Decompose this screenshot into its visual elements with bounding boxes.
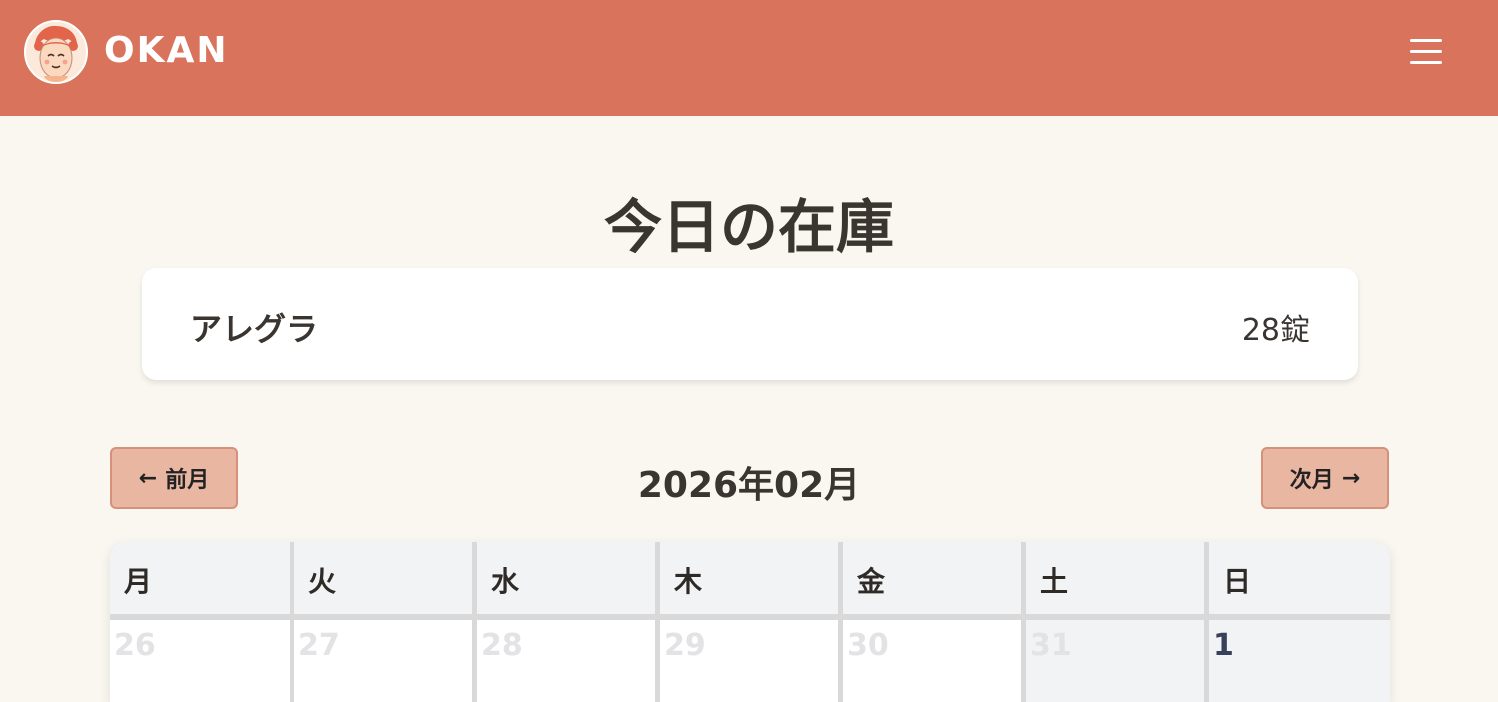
calendar-grid: 月 火 水 木 金 土 日 26 27 28 29 30 31 1 [110,542,1390,702]
page-title: 今日の在庫 [603,193,894,261]
stock-card: アレグラ 28錠 [142,268,1358,380]
next-month-label: 次月 [1289,468,1334,493]
calendar-weekday-header: 月 火 水 木 金 土 日 [110,542,1390,614]
weekday-header-tue: 火 [294,542,472,614]
next-month-button[interactable]: 次月 → [1261,447,1389,509]
okan-logo-icon[interactable] [24,20,88,84]
weekday-header-mon: 月 [110,542,290,614]
hamburger-menu-icon[interactable] [1404,32,1448,72]
weekday-header-sun: 日 [1209,542,1390,614]
stock-item-name: アレグラ [190,310,319,348]
weekday-header-fri: 金 [843,542,1021,614]
weekday-header-sat: 土 [1026,542,1204,614]
arrow-right-icon: → [1341,465,1361,491]
weekday-header-thu: 木 [660,542,838,614]
stock-item-count: 28錠 [1241,313,1310,348]
weekday-header-wed: 水 [477,542,655,614]
app-header: OKAN [0,0,1498,116]
brand-name[interactable]: OKAN [104,30,229,71]
